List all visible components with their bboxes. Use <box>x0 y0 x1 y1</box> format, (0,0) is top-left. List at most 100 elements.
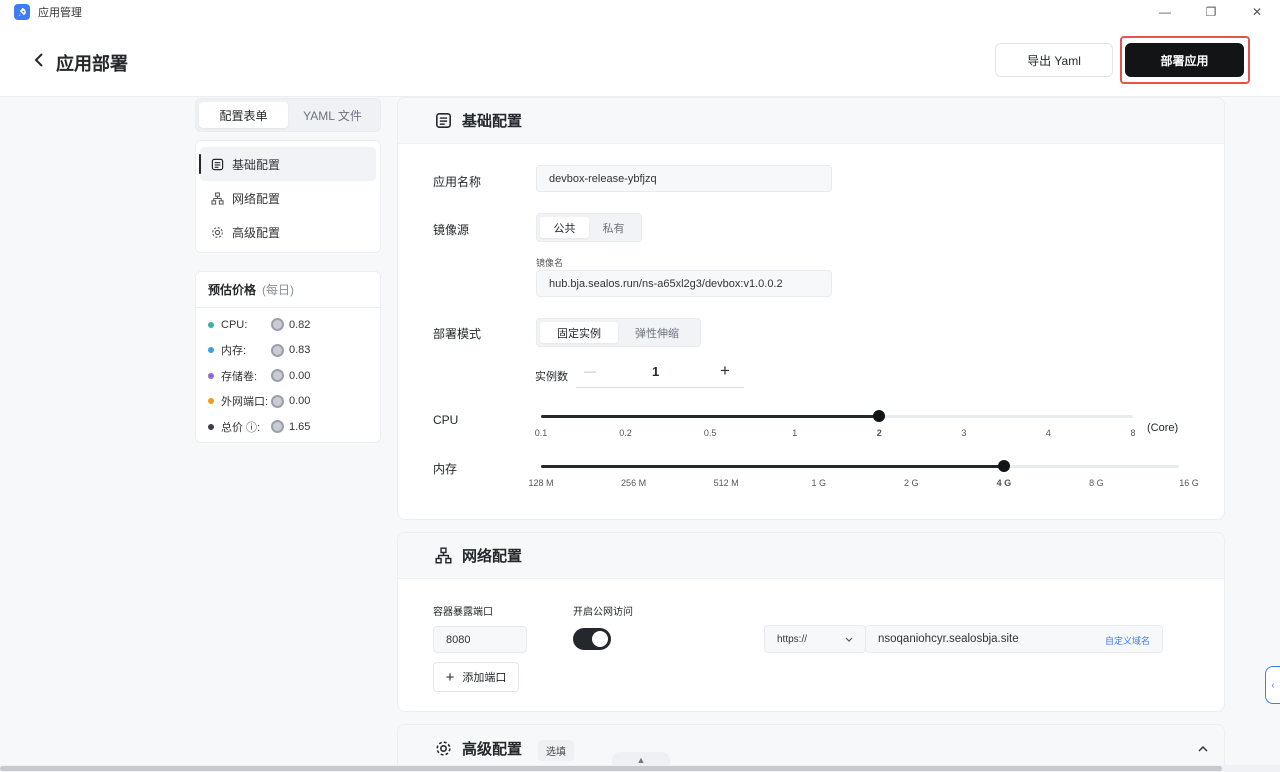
cpu-unit: (Core) <box>1147 422 1179 434</box>
section-title: 网络配置 <box>462 548 523 565</box>
sidebar-item-network[interactable]: 网络配置 <box>200 181 376 215</box>
cpu-slider-fill <box>541 415 880 418</box>
sidebar-item-label: 网络配置 <box>232 191 281 206</box>
sidebar-item-advanced[interactable]: 高级配置 <box>200 215 376 249</box>
replicas-label: 实例数 <box>535 371 568 383</box>
minimize-icon: — <box>1159 5 1171 19</box>
chevron-left-icon <box>34 53 43 67</box>
chevron-up-icon[interactable] <box>1198 745 1208 752</box>
cpu-tick-label: 0.5 <box>703 428 717 438</box>
coin-icon <box>271 318 284 332</box>
public-access-label: 开启公网访问 <box>573 607 633 618</box>
price-label: CPU: <box>221 318 248 331</box>
price-row-total: 总价 ⓘ: 1.65 <box>196 414 380 440</box>
status-dot <box>208 347 214 354</box>
price-label: 外网端口: <box>221 396 269 409</box>
memory-tick-label: 256 M <box>621 478 647 488</box>
image-name-input[interactable]: hub.bja.sealos.run/ns-a65xl2g3/devbox:v1… <box>536 270 832 297</box>
rocket-icon <box>14 4 30 20</box>
cpu-tick-label: 4 <box>1045 428 1051 438</box>
increment-button[interactable]: + <box>720 361 730 381</box>
cpu-label: CPU <box>433 413 459 427</box>
sidebar-nav: 基础配置 网络配置 高级配置 <box>195 140 381 253</box>
tab-yaml-file[interactable]: YAML 文件 <box>288 102 377 128</box>
collapse-panel-handle[interactable]: ‹ <box>1265 666 1280 704</box>
window-title: 应用管理 <box>38 7 82 19</box>
close-icon: ✕ <box>1251 5 1263 19</box>
cpu-tick-label: 8 <box>1130 428 1136 438</box>
back-button[interactable] <box>34 50 48 70</box>
status-dot <box>208 423 214 430</box>
deploy-app-button[interactable]: 部署应用 <box>1125 43 1244 77</box>
domain-input[interactable]: nsoqaniohcyr.sealosbja.site 自定义域名 <box>865 625 1163 653</box>
app-name-label: 应用名称 <box>433 175 482 189</box>
config-mode-tabs: 配置表单 YAML 文件 <box>195 98 381 132</box>
image-name-label: 镜像名 <box>536 258 564 268</box>
custom-domain-link[interactable]: 自定义域名 <box>1105 634 1150 647</box>
basic-config-card: 基础配置 应用名称 devbox-release-ybfjzq 镜像源 公共 私… <box>397 97 1225 520</box>
sidebar-item-basic[interactable]: 基础配置 <box>199 147 376 181</box>
sidebar-item-label: 高级配置 <box>232 225 281 240</box>
basic-config-heading: 基础配置 <box>398 98 1224 144</box>
window-titlebar: 应用管理 — ❐ ✕ <box>0 0 1280 24</box>
image-source-private[interactable]: 私有 <box>589 217 638 238</box>
memory-tick-label: 4 G <box>996 478 1012 488</box>
memory-tick-label: 1 G <box>811 478 826 488</box>
memory-tick-label: 512 M <box>713 478 739 488</box>
network-config-card: 网络配置 容器暴露端口 8080 开启公网访问 https:// nsoqani… <box>397 532 1225 712</box>
deploy-mode-autoscale[interactable]: 弹性伸缩 <box>618 322 696 343</box>
app-name-input[interactable]: devbox-release-ybfjzq <box>536 165 832 192</box>
close-button[interactable]: ✕ <box>1234 0 1280 24</box>
triangle-up-icon: ▲ <box>636 755 646 765</box>
price-estimate-panel: 预估价格 (每日) CPU: 0.82 内存: 0.83 存储卷: 0.00 外… <box>195 271 381 443</box>
page-title: 应用部署 <box>56 54 128 74</box>
minimize-button[interactable]: — <box>1142 0 1188 24</box>
memory-slider-fill <box>541 465 1004 468</box>
memory-tick-label: 128 M <box>528 478 554 488</box>
restore-icon: ❐ <box>1205 5 1217 19</box>
gear-icon <box>434 739 452 757</box>
coin-icon <box>271 343 284 357</box>
optional-badge: 选填 <box>538 740 574 761</box>
sidebar-item-label: 基础配置 <box>232 157 281 172</box>
horizontal-scrollbar-thumb[interactable] <box>0 766 1222 771</box>
price-row-port: 外网端口: 0.00 <box>196 389 380 415</box>
image-source-public[interactable]: 公共 <box>540 217 589 238</box>
section-title: 基础配置 <box>462 113 523 130</box>
cpu-tick-label: 1 <box>792 428 798 438</box>
cpu-tick-label: 2 <box>876 428 882 438</box>
document-icon <box>434 112 452 130</box>
memory-tick-label: 16 G <box>1179 478 1199 488</box>
price-row-memory: 内存: 0.83 <box>196 338 380 364</box>
coin-icon <box>271 394 284 408</box>
price-heading: 预估价格 (每日) <box>196 272 380 308</box>
cpu-tick-label: 3 <box>961 428 967 438</box>
network-icon <box>434 547 452 565</box>
chevron-down-icon <box>845 637 853 642</box>
tab-config-form[interactable]: 配置表单 <box>199 102 288 128</box>
memory-slider-thumb[interactable] <box>997 460 1010 472</box>
port-input[interactable]: 8080 <box>433 626 527 653</box>
price-value: 0.82 <box>289 318 311 331</box>
cpu-tick-label: 0.1 <box>534 428 548 438</box>
network-config-heading: 网络配置 <box>398 533 1224 579</box>
public-access-toggle[interactable] <box>573 628 611 650</box>
price-subtitle: (每日) <box>262 283 295 297</box>
decrement-button[interactable]: — <box>584 364 596 378</box>
replicas-value[interactable]: 1 <box>652 364 659 379</box>
export-yaml-button[interactable]: 导出 Yaml <box>995 43 1113 77</box>
deploy-mode-fixed[interactable]: 固定实例 <box>540 322 618 343</box>
status-dot <box>208 372 214 379</box>
add-port-button[interactable]: + 添加端口 <box>433 662 519 692</box>
price-title: 预估价格 <box>208 283 257 297</box>
deploy-mode-label: 部署模式 <box>433 327 482 341</box>
port-label: 容器暴露端口 <box>433 607 493 618</box>
cpu-slider-thumb[interactable] <box>873 410 886 422</box>
price-label: 存储卷: <box>221 370 258 383</box>
price-label: 内存: <box>221 345 247 358</box>
memory-tick-label: 8 G <box>1089 478 1104 488</box>
restore-button[interactable]: ❐ <box>1188 0 1234 24</box>
image-source-toggle: 公共 私有 <box>536 213 642 242</box>
protocol-value: https:// <box>777 633 808 645</box>
protocol-select[interactable]: https:// <box>764 625 866 653</box>
